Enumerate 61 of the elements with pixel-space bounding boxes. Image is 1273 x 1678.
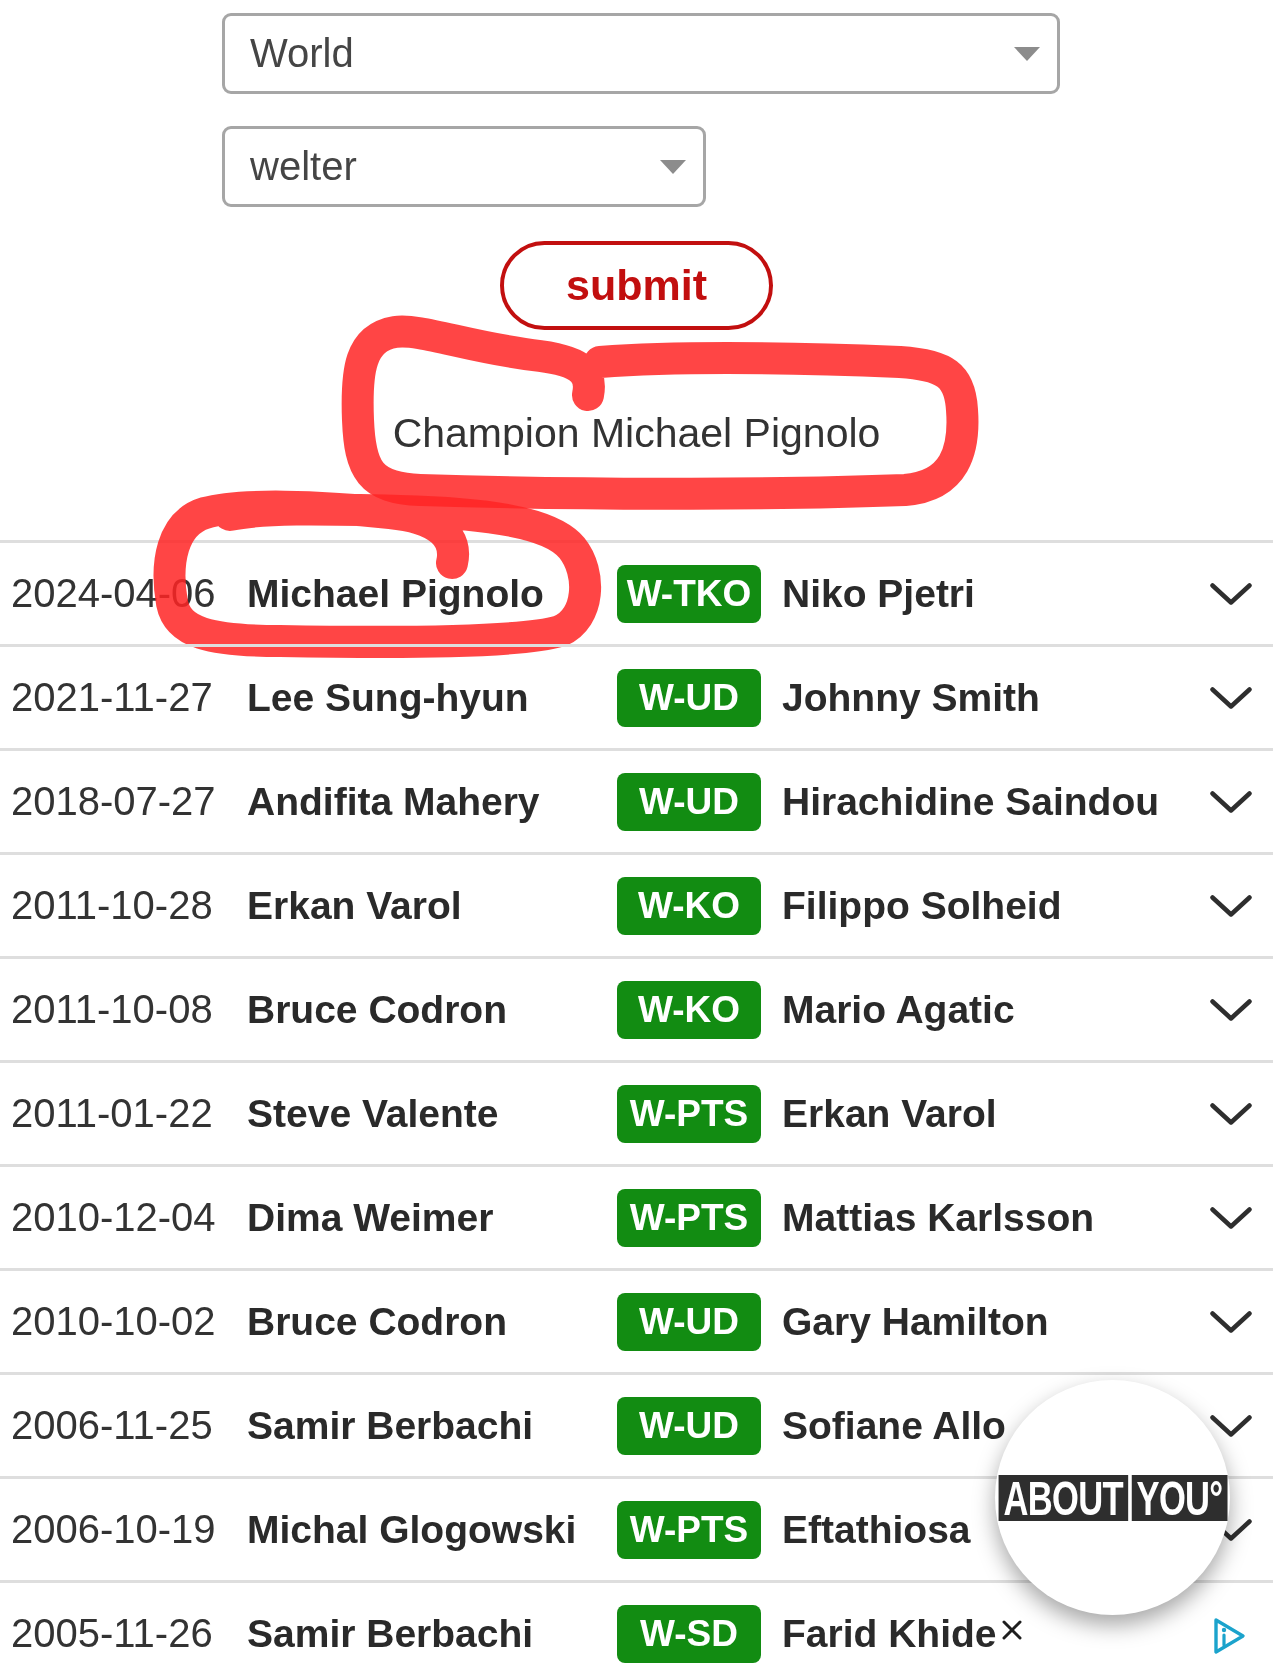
ad-info-icon[interactable] (1212, 1616, 1246, 1656)
chevron-down-icon[interactable] (1210, 1310, 1252, 1333)
fight-date: 2010-12-04 (11, 1195, 216, 1240)
logo-tile: ABOUT (998, 1474, 1128, 1521)
opponent-name: Mattias Karlsson (782, 1195, 1095, 1240)
champion-text: Champion Michael Pignolo (392, 410, 881, 456)
fight-date: 2006-11-25 (11, 1403, 213, 1448)
winner-name: Samir Berbachi (247, 1611, 534, 1656)
fight-date: 2005-11-26 (11, 1611, 213, 1656)
result-badge: W-KO (617, 980, 761, 1039)
fight-date: 2011-01-22 (11, 1091, 213, 1136)
fight-date: 2011-10-28 (11, 883, 213, 928)
dropdown[interactable]: welter (222, 126, 706, 207)
chevron-down-icon[interactable] (1210, 894, 1252, 917)
logo-tile: YOU° (1131, 1474, 1227, 1521)
fight-date: 2011-10-08 (11, 987, 213, 1032)
winner-name: Erkan Varol (247, 883, 462, 928)
fight-date: 2010-10-02 (11, 1299, 216, 1344)
winner-name: Bruce Codron (247, 987, 507, 1032)
caret-icon (660, 159, 686, 174)
chevron-down-icon[interactable] (1210, 686, 1252, 709)
winner-name: Steve Valente (247, 1091, 499, 1136)
caret-icon (1014, 46, 1040, 61)
result-badge: W-PTS (617, 1084, 761, 1143)
opponent-name: Johnny Smith (782, 675, 1040, 720)
chevron-down-icon[interactable] (1210, 998, 1252, 1021)
result-badge: W-PTS (617, 1500, 761, 1559)
chevron-down-icon[interactable] (1210, 790, 1252, 813)
chevron-down-icon[interactable] (1210, 1102, 1252, 1125)
opponent-name: Gary Hamilton (782, 1299, 1049, 1344)
chevron-down-icon[interactable] (1210, 1206, 1252, 1229)
dropdown[interactable]: World (222, 13, 1060, 94)
result-badge: W-TKO (617, 564, 761, 623)
fight-date: 2006-10-19 (11, 1507, 216, 1552)
opponent-name: Eftathiosa (782, 1507, 971, 1552)
winner-name: Michael Pignolo (247, 571, 544, 616)
opponent-name: Hirachidine Saindou (782, 779, 1160, 824)
fight-date: 2021-11-27 (11, 675, 213, 720)
winner-name: Dima Weimer (247, 1195, 494, 1240)
opponent-name: Farid Khide (782, 1611, 997, 1656)
chevron-down-icon[interactable] (1210, 1414, 1252, 1437)
result-badge: W-UD (617, 668, 761, 727)
result-badge: W-PTS (617, 1188, 761, 1247)
result-badge: W-KO (617, 876, 761, 935)
result-badge: W-UD (617, 1292, 761, 1351)
close-icon[interactable] (1002, 1620, 1022, 1640)
opponent-name: Niko Pjetri (782, 571, 975, 616)
opponent-name: Erkan Varol (782, 1091, 997, 1136)
winner-name: Michal Glogowski (247, 1507, 577, 1552)
winner-name: Bruce Codron (247, 1299, 507, 1344)
chevron-down-icon[interactable] (1210, 582, 1252, 605)
submit-button[interactable]: submit (500, 241, 773, 330)
opponent-name: Mario Agatic (782, 987, 1015, 1032)
opponent-name: Filippo Solheid (782, 883, 1062, 928)
result-badge: W-UD (617, 772, 761, 831)
winner-name: Andifita Mahery (247, 779, 540, 824)
fight-date: 2018-07-27 (11, 779, 216, 824)
winner-name: Samir Berbachi (247, 1403, 534, 1448)
result-badge: W-UD (617, 1396, 761, 1455)
result-badge: W-SD (617, 1604, 761, 1663)
winner-name: Lee Sung-hyun (247, 675, 529, 720)
